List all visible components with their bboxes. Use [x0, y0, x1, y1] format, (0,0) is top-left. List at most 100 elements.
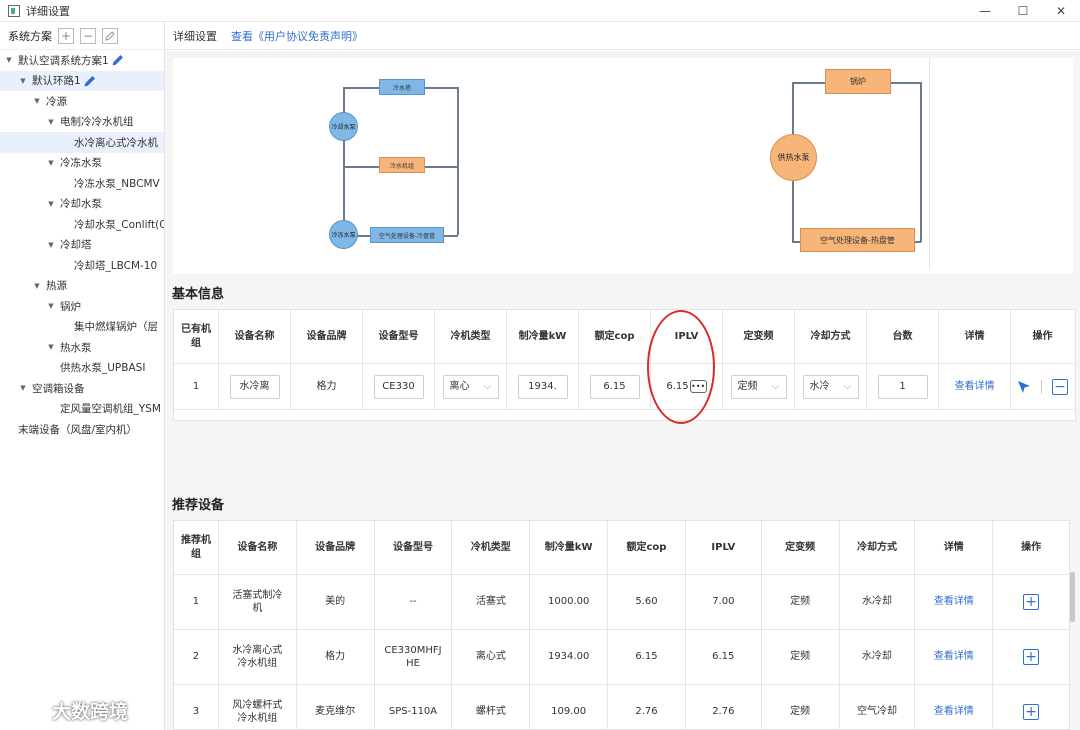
maximize-button[interactable]: ☐	[1004, 0, 1042, 22]
minimize-button[interactable]: —	[966, 0, 1004, 22]
column-header: 设备型号	[375, 521, 453, 574]
sidebar-header: 系统方案 + −	[0, 22, 164, 50]
caret-down-icon: ▼	[34, 97, 40, 106]
tree-item-terminal[interactable]: 末端设备（风盘/室内机）	[0, 419, 164, 440]
tree-item-label: 末端设备（风盘/室内机）	[18, 423, 138, 436]
column-header: 已有机组	[174, 310, 219, 363]
window-titlebar: 详细设置 — ☐ ✕	[0, 0, 1080, 22]
cooling-method: 水冷却	[840, 575, 916, 629]
remove-scheme-button[interactable]: −	[80, 27, 96, 44]
ahu-cool-node: 空气处理设备-冷盘管	[370, 227, 444, 243]
tree-item-label: 定风量空调机组_YSM	[60, 403, 161, 416]
count-input[interactable]: 1	[877, 374, 928, 399]
device-name-input[interactable]: 水冷离	[229, 374, 280, 399]
tree-item-loop[interactable]: ▼ 默认环路1	[0, 70, 164, 91]
chiller-type-select[interactable]: 离心 ⌵	[442, 374, 499, 399]
cop: 5.60	[608, 575, 686, 629]
tree-item-label: 集中燃煤锅炉（层	[74, 321, 158, 334]
tree-item-chiller-group[interactable]: ▼ 电制冷冷水机组	[0, 112, 164, 133]
tree-item-heat-source[interactable]: ▼ 热源	[0, 276, 164, 297]
column-header: 设备品牌	[291, 310, 363, 363]
device-model: CE330MHFJHE	[375, 630, 453, 684]
caret-down-icon: ▼	[48, 343, 54, 352]
select-value: 定频	[737, 380, 758, 392]
tree-item-chiller[interactable]: 水冷离心式冷水机	[0, 132, 164, 153]
tree-item-ahu-group[interactable]: ▼ 空调箱设备	[0, 378, 164, 399]
tree-item-boiler-group[interactable]: ▼ 锅炉	[0, 296, 164, 317]
add-device-button[interactable]: +	[1023, 704, 1040, 720]
tree-item-label: 冷却塔_LBCM-10	[74, 259, 158, 272]
tree-item-cooling-tower[interactable]: 冷却塔_LBCM-10	[0, 255, 164, 276]
tree-item-chilled-pump[interactable]: 冷冻水泵_NBCMV	[0, 173, 164, 194]
disclaimer-link[interactable]: 查看《用户协议免责声明》	[231, 28, 363, 44]
tree-item-label: 冷却水泵_Conlift(C	[74, 218, 164, 231]
iplv: 6.15	[686, 630, 762, 684]
tree-item-cooling-tower-group[interactable]: ▼ 冷却塔	[0, 235, 164, 256]
tree-item-label: 空调箱设备	[32, 382, 85, 395]
chevron-down-icon: ⌵	[843, 380, 852, 392]
remove-row-button[interactable]: −	[1052, 378, 1068, 395]
window-title: 详细设置	[26, 4, 70, 18]
diagram-panel	[173, 58, 1073, 274]
tree-item-label: 供热水泵_UPBASI	[60, 362, 146, 375]
watermark: 大数跨境	[10, 697, 128, 724]
cooling-method-select[interactable]: 水冷 ⌵	[802, 374, 859, 399]
cursor-arrow-icon[interactable]	[1017, 380, 1031, 394]
caret-down-icon: ▼	[48, 240, 54, 249]
caret-down-icon: ▼	[48, 199, 54, 208]
add-device-button[interactable]: +	[1023, 649, 1040, 665]
highlight-annotation	[647, 310, 715, 424]
column-header: 设备型号	[363, 310, 435, 363]
frequency-select[interactable]: 定频 ⌵	[730, 374, 787, 399]
sidebar: 系统方案 + − ▼ 默认空调系统方案1 ▼ 默认环路1 ▼ 冷源 ▼ 电制冷冷水机…	[0, 22, 165, 730]
tree-item-hot-pump[interactable]: 供热水泵_UPBASI	[0, 358, 164, 379]
tree-item-scheme[interactable]: ▼ 默认空调系统方案1	[0, 50, 164, 71]
column-header: 详情	[915, 521, 994, 574]
cop-input[interactable]: 6.15	[589, 374, 640, 399]
device-model: --	[375, 575, 453, 629]
chevron-down-icon: ⌵	[483, 380, 492, 392]
view-detail-link[interactable]: 查看详情	[939, 364, 1011, 409]
select-value: 水冷	[809, 380, 830, 392]
tree-item-boiler[interactable]: 集中燃煤锅炉（层	[0, 317, 164, 338]
add-device-button[interactable]: +	[1023, 594, 1040, 610]
tree-item-hot-pump-group[interactable]: ▼ 热水泵	[0, 337, 164, 358]
tree-item-cold-source[interactable]: ▼ 冷源	[0, 91, 164, 112]
tree-item-label: 冷却塔	[60, 239, 92, 252]
frequency: 定频	[762, 575, 840, 629]
close-button[interactable]: ✕	[1042, 0, 1080, 22]
view-detail-link[interactable]: 查看详情	[915, 575, 994, 629]
vertical-scrollbar[interactable]	[1070, 572, 1075, 622]
caret-down-icon: ▼	[6, 56, 12, 65]
table-row: 1 活塞式制冷机 美的 -- 活塞式 1000.00 5.60 7.00 定频 …	[174, 575, 1069, 630]
column-header: 定变频	[723, 310, 795, 363]
capacity-input[interactable]: 1934.	[517, 374, 568, 399]
add-scheme-button[interactable]: +	[58, 27, 74, 44]
view-detail-link[interactable]: 查看详情	[915, 685, 994, 729]
device-brand: 麦克维尔	[297, 685, 375, 729]
chevron-down-icon: ⌵	[771, 380, 780, 392]
view-detail-link[interactable]: 查看详情	[915, 630, 994, 684]
column-header: 详情	[939, 310, 1011, 363]
pencil-icon[interactable]	[83, 74, 97, 88]
tree-item-cooling-pump[interactable]: 冷却水泵_Conlift(C	[0, 214, 164, 235]
recommend-table: 推荐机组 设备名称 设备品牌 设备型号 冷机类型 制冷量kW 额定cop IPL…	[173, 520, 1070, 730]
tree-item-label: 冷源	[46, 95, 67, 108]
tree-item-cooling-pump-group[interactable]: ▼ 冷却水泵	[0, 194, 164, 215]
watermark-logo-icon	[10, 702, 45, 719]
tree-item-label: 默认空调系统方案1	[18, 54, 109, 67]
pencil-icon[interactable]	[111, 53, 125, 67]
column-header: 额定cop	[608, 521, 686, 574]
page-title: 详细设置	[173, 29, 217, 43]
tree-item-ahu[interactable]: 定风量空调机组_YSM	[0, 399, 164, 420]
device-model-input[interactable]: CE330	[373, 374, 424, 399]
row-index: 1	[174, 575, 219, 629]
cop: 6.15	[608, 630, 686, 684]
column-header: 台数	[867, 310, 939, 363]
tree-item-chilled-pump-group[interactable]: ▼ 冷冻水泵	[0, 153, 164, 174]
caret-down-icon: ▼	[48, 302, 54, 311]
edit-scheme-button[interactable]	[102, 27, 118, 44]
column-header: 推荐机组	[174, 521, 219, 574]
cooling-pump-node: 冷却水泵	[329, 112, 358, 141]
column-header: 设备名称	[219, 521, 297, 574]
